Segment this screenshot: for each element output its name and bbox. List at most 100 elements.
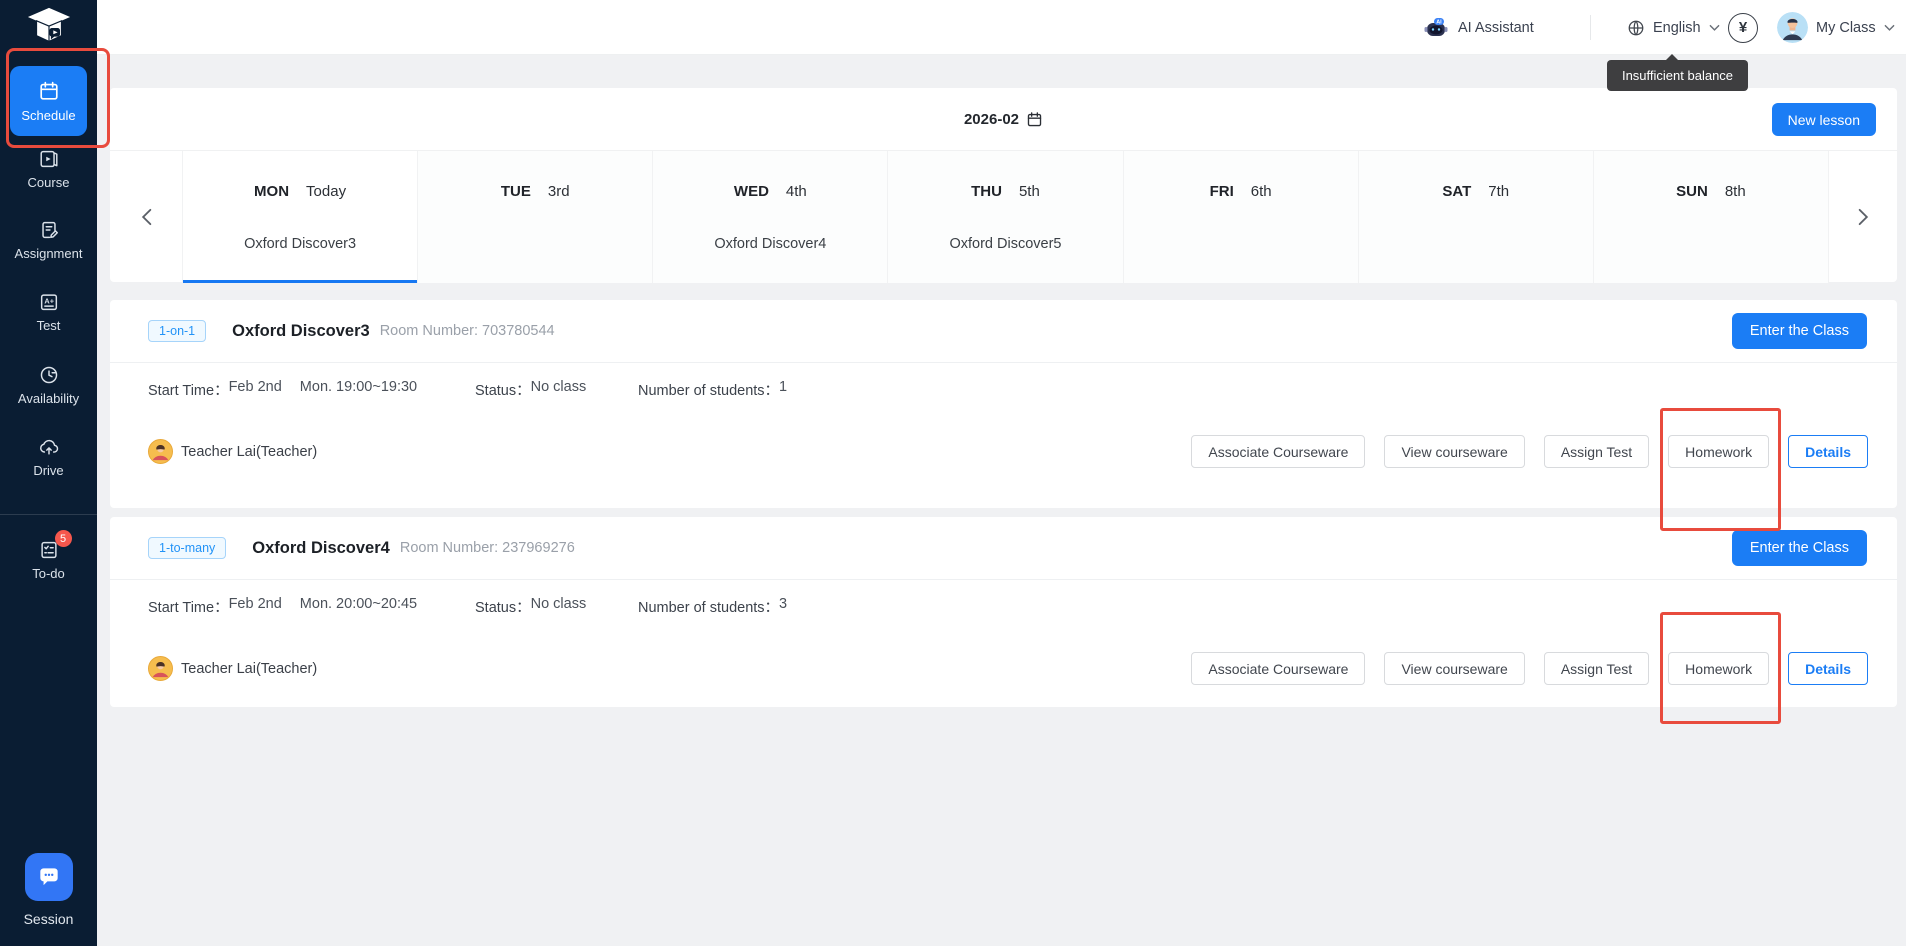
sidebar-item-label: Availability	[18, 391, 79, 406]
insufficient-balance-tooltip: Insufficient balance	[1607, 60, 1748, 91]
assign-test-button[interactable]: Assign Test	[1544, 435, 1649, 468]
lesson-details-row: Start Time： Feb 2nd Mon. 19:00~19:30 Sta…	[110, 379, 1897, 399]
app-window: Schedule Course Assignment A+	[0, 0, 1906, 946]
view-courseware-button[interactable]: View courseware	[1384, 652, 1524, 685]
start-time-value: Mon. 19:00~19:30	[300, 379, 417, 400]
app-logo-icon	[0, 4, 97, 52]
sidebar-item-label: To-do	[32, 566, 65, 581]
teacher-avatar	[148, 656, 173, 681]
day-date: Today	[306, 183, 346, 200]
day-column-mon[interactable]: MONToday Oxford Discover3	[182, 151, 417, 283]
sidebar-item-session: Session	[0, 853, 97, 927]
sidebar-item-label: Course	[28, 175, 70, 190]
lesson-card-header: 1-on-1 Oxford Discover3 Room Number: 703…	[110, 300, 1897, 363]
lesson-title: Oxford Discover4	[252, 539, 390, 558]
homework-button[interactable]: Homework	[1668, 435, 1769, 468]
students-value: 1	[779, 379, 787, 400]
lesson-actions: Associate Courseware View courseware Ass…	[1191, 652, 1868, 685]
day-name: WED	[734, 183, 769, 200]
day-lesson: Oxford Discover4	[714, 236, 826, 252]
start-time-label: Start Time：	[148, 596, 229, 617]
sidebar: Schedule Course Assignment A+	[0, 0, 97, 946]
new-lesson-button[interactable]: New lesson	[1772, 103, 1876, 136]
tooltip-text: Insufficient balance	[1622, 68, 1733, 83]
svg-text:AI: AI	[1436, 19, 1442, 25]
session-chat-icon[interactable]	[25, 853, 73, 901]
sidebar-item-schedule[interactable]: Schedule	[10, 66, 87, 136]
status-label: Status：	[475, 379, 531, 400]
lesson-card-header: 1-to-many Oxford Discover4 Room Number: …	[110, 517, 1897, 580]
day-date: 8th	[1725, 183, 1746, 200]
enter-class-button[interactable]: Enter the Class	[1732, 530, 1867, 566]
prev-week-button[interactable]	[110, 151, 182, 283]
day-name: SUN	[1676, 183, 1708, 200]
day-date: 6th	[1251, 183, 1272, 200]
globe-icon	[1627, 19, 1645, 37]
day-column-wed[interactable]: WED4th Oxford Discover4	[652, 151, 887, 283]
room-number: Room Number: 703780544	[380, 323, 555, 339]
day-name: MON	[254, 183, 289, 200]
teacher-name: Teacher Lai(Teacher)	[181, 444, 317, 460]
sidebar-item-course[interactable]: Course	[0, 148, 97, 190]
lesson-title: Oxford Discover3	[232, 322, 370, 341]
week-strip: MONToday Oxford Discover3 TUE3rd WED4th …	[110, 150, 1897, 282]
sidebar-item-availability[interactable]: Availability	[0, 364, 97, 406]
cloud-upload-icon	[38, 436, 60, 458]
language-selector[interactable]: English	[1627, 0, 1720, 55]
balance-button[interactable]: ¥	[1728, 0, 1758, 55]
chevron-down-icon	[1709, 24, 1720, 32]
topbar: AI AI Assistant English ¥	[97, 0, 1906, 55]
user-avatar	[1777, 12, 1808, 43]
details-button[interactable]: Details	[1788, 652, 1868, 685]
details-button[interactable]: Details	[1788, 435, 1868, 468]
next-week-button[interactable]	[1828, 151, 1897, 283]
account-menu[interactable]: My Class	[1777, 0, 1895, 55]
calendar-icon	[1026, 111, 1043, 128]
homework-button[interactable]: Homework	[1668, 652, 1769, 685]
sidebar-item-label: Schedule	[21, 108, 75, 123]
students-value: 3	[779, 596, 787, 617]
students-label: Number of students：	[638, 596, 779, 617]
day-column-fri[interactable]: FRI6th	[1123, 151, 1358, 283]
todo-badge: 5	[55, 530, 72, 547]
status-label: Status：	[475, 596, 531, 617]
day-name: SAT	[1442, 183, 1471, 200]
lesson-actions: Associate Courseware View courseware Ass…	[1191, 435, 1868, 468]
lesson-details-row: Start Time： Feb 2nd Mon. 20:00~20:45 Sta…	[110, 596, 1897, 616]
start-time-value: Mon. 20:00~20:45	[300, 596, 417, 617]
associate-courseware-button[interactable]: Associate Courseware	[1191, 652, 1365, 685]
ai-assistant-label: AI Assistant	[1458, 20, 1534, 36]
day-date: 7th	[1488, 183, 1509, 200]
students-label: Number of students：	[638, 379, 779, 400]
start-date-value: Feb 2nd	[229, 379, 282, 400]
svg-text:A+: A+	[44, 296, 54, 305]
sidebar-item-drive[interactable]: Drive	[0, 436, 97, 478]
associate-courseware-button[interactable]: Associate Courseware	[1191, 435, 1365, 468]
assign-test-button[interactable]: Assign Test	[1544, 652, 1649, 685]
sidebar-item-assignment[interactable]: Assignment	[0, 219, 97, 261]
currency-symbol: ¥	[1739, 19, 1747, 36]
test-icon: A+	[38, 291, 60, 313]
day-date: 3rd	[548, 183, 570, 200]
enter-class-button[interactable]: Enter the Class	[1732, 313, 1867, 349]
day-column-thu[interactable]: THU5th Oxford Discover5	[887, 151, 1122, 283]
sidebar-item-test[interactable]: A+ Test	[0, 291, 97, 333]
ai-assistant-button[interactable]: AI AI Assistant	[1422, 0, 1534, 55]
date-row: 2026-02 New lesson	[110, 88, 1897, 150]
teacher-info: Teacher Lai(Teacher)	[148, 656, 317, 681]
month-picker[interactable]: 2026-02	[110, 88, 1897, 150]
day-date: 5th	[1019, 183, 1040, 200]
sidebar-item-todo[interactable]: 5 To-do	[0, 539, 97, 581]
day-column-sat[interactable]: SAT 7th	[1358, 151, 1593, 283]
room-number: Room Number: 237969276	[400, 540, 575, 556]
day-column-sun[interactable]: SUN 8th	[1593, 151, 1828, 283]
assignment-icon	[38, 219, 60, 241]
sidebar-item-label: Assignment	[15, 246, 83, 261]
lesson-card: 1-on-1 Oxford Discover3 Room Number: 703…	[110, 300, 1897, 508]
lesson-type-badge: 1-on-1	[148, 320, 206, 342]
day-columns: MONToday Oxford Discover3 TUE3rd WED4th …	[182, 151, 1828, 283]
day-column-tue[interactable]: TUE3rd	[417, 151, 652, 283]
sidebar-divider	[0, 514, 97, 515]
view-courseware-button[interactable]: View courseware	[1384, 435, 1524, 468]
chevron-left-icon	[141, 208, 152, 226]
